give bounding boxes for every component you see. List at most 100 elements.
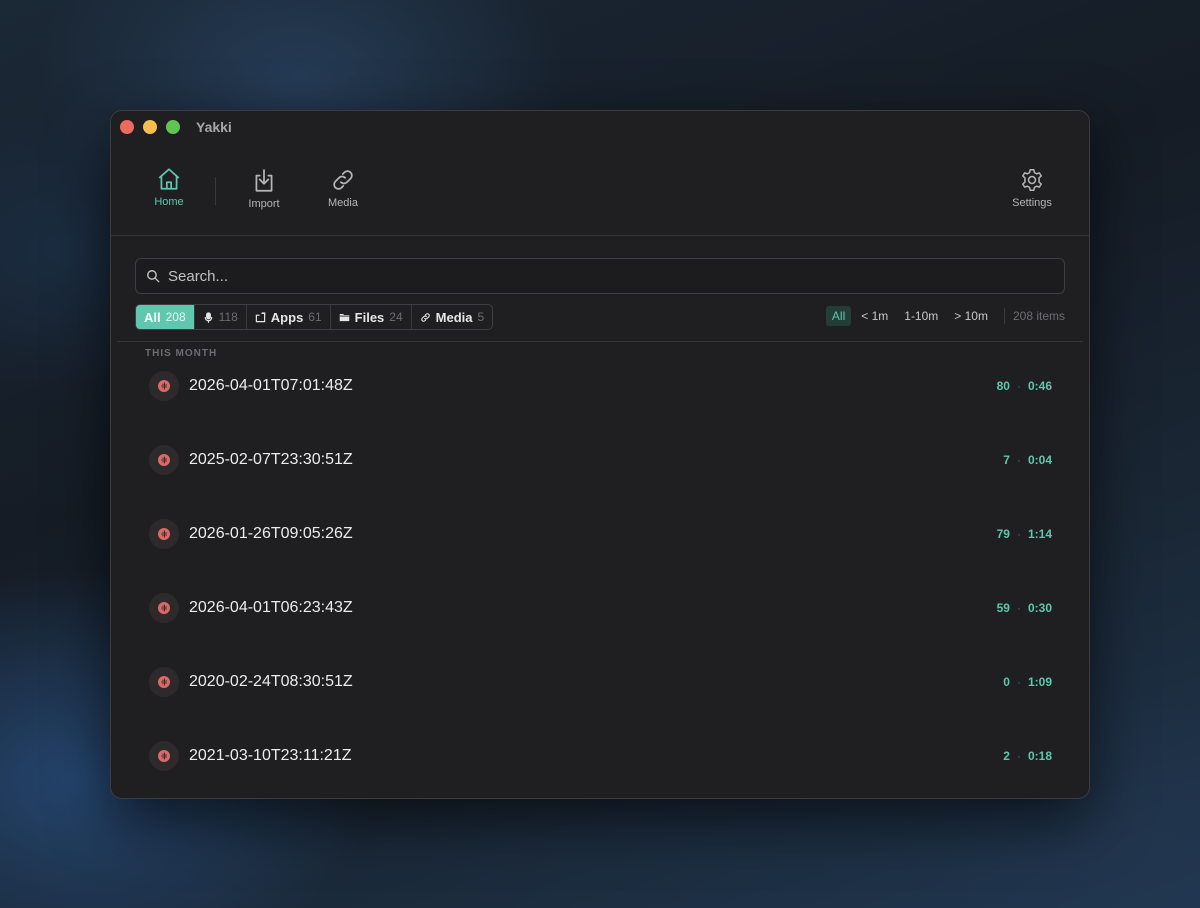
- meta-separator: ·: [1016, 749, 1021, 763]
- recording-duration: 1:09: [1027, 675, 1052, 689]
- meta-separator: ·: [1016, 453, 1021, 467]
- import-icon: [255, 169, 273, 192]
- filter-all[interactable]: All 208: [136, 305, 195, 329]
- recording-duration: 0:18: [1027, 749, 1052, 763]
- recording-count: 59: [996, 601, 1010, 615]
- meta-separator: ·: [1016, 379, 1021, 393]
- audio-wave-icon: [158, 528, 170, 540]
- filter-all-count: 208: [165, 310, 186, 324]
- meta-separator: ·: [1016, 601, 1021, 615]
- recording-title: 2021-03-10T23:11:21Z: [189, 747, 352, 764]
- duration-over-10m[interactable]: > 10m: [948, 306, 994, 326]
- recording-icon: [149, 593, 179, 623]
- duration-under-1m[interactable]: < 1m: [855, 306, 894, 326]
- title-bar: Yakki: [111, 111, 1089, 143]
- filter-all-label: All: [144, 309, 161, 325]
- audio-wave-icon: [158, 454, 170, 466]
- settings-button[interactable]: Settings: [997, 167, 1067, 209]
- recording-icon: [149, 445, 179, 475]
- source-filter-group: All 208 118 Apps 61 Files 24 Media 5: [135, 304, 494, 330]
- duration-1-10m[interactable]: 1-10m: [898, 306, 944, 326]
- zoom-window-button[interactable]: [166, 120, 180, 134]
- recording-meta: 7 · 0:04: [1003, 453, 1052, 467]
- recording-row[interactable]: 2020-02-24T08:30:51Z 0 · 1:09: [111, 662, 1089, 702]
- folder-icon: [339, 313, 349, 321]
- recording-count: 2: [1003, 749, 1010, 763]
- search-icon: [147, 270, 160, 283]
- duration-all[interactable]: All: [825, 306, 852, 326]
- search-bar[interactable]: [135, 258, 1065, 294]
- app-window-icon: [255, 311, 266, 322]
- recording-title: 2025-02-07T23:30:51Z: [189, 451, 353, 468]
- recording-title: 2026-04-01T06:23:43Z: [189, 599, 353, 616]
- toolbar-divider: [215, 177, 216, 205]
- recording-row[interactable]: 2026-04-01T06:23:43Z 59 · 0:30: [111, 588, 1089, 628]
- recording-meta: 59 · 0:30: [997, 601, 1052, 615]
- duration-divider: [1003, 308, 1005, 324]
- home-button[interactable]: Home: [134, 166, 204, 208]
- recording-title: 2020-02-24T08:30:51Z: [189, 673, 353, 690]
- import-label: Import: [248, 198, 280, 210]
- filter-voice[interactable]: 118: [195, 305, 247, 329]
- recording-meta: 0 · 1:09: [1003, 675, 1052, 689]
- list-divider: [117, 341, 1083, 342]
- filter-files-label: Files: [354, 309, 385, 325]
- recording-count: 80: [996, 379, 1010, 393]
- app-window: Yakki Home Import Media Settings Search.…: [110, 110, 1090, 799]
- filter-media-label: Media: [435, 309, 473, 325]
- audio-wave-icon: [158, 380, 170, 392]
- home-icon: [158, 168, 180, 190]
- audio-wave-icon: [158, 602, 170, 614]
- home-label: Home: [154, 196, 184, 208]
- recording-title: 2026-04-01T07:01:48Z: [189, 377, 353, 394]
- recording-meta: 2 · 0:18: [1003, 749, 1052, 763]
- close-window-button[interactable]: [120, 120, 134, 134]
- link-icon: [333, 170, 353, 190]
- meta-separator: ·: [1016, 675, 1021, 689]
- items-count: 208 items: [1012, 309, 1065, 323]
- recording-icon: [149, 371, 179, 401]
- recording-count: 79: [996, 527, 1010, 541]
- settings-label: Settings: [1012, 197, 1052, 209]
- toolbar: Home Import Media Settings: [111, 143, 1089, 236]
- meta-separator: ·: [1016, 527, 1021, 541]
- filter-apps[interactable]: Apps 61: [247, 305, 331, 329]
- recording-icon: [149, 741, 179, 771]
- import-button[interactable]: Import: [229, 168, 299, 210]
- recording-meta: 80 · 0:46: [997, 379, 1052, 393]
- filter-files-count: 24: [389, 310, 403, 324]
- recording-row[interactable]: 2021-03-10T23:11:21Z 2 · 0:18: [111, 736, 1089, 776]
- link-icon: [420, 312, 430, 322]
- recording-icon: [149, 667, 179, 697]
- recording-duration: 0:04: [1027, 453, 1052, 467]
- search-input[interactable]: [166, 266, 1050, 286]
- recording-duration: 1:14: [1027, 527, 1052, 541]
- media-button[interactable]: Media: [308, 167, 378, 209]
- section-label: THIS MONTH: [145, 348, 218, 359]
- microphone-icon: [204, 311, 212, 323]
- recording-row[interactable]: 2026-01-26T09:05:26Z 79 · 1:14: [111, 514, 1089, 554]
- audio-wave-icon: [158, 750, 170, 762]
- audio-wave-icon: [158, 676, 170, 688]
- recording-meta: 79 · 1:14: [997, 527, 1052, 541]
- window-controls: [120, 120, 180, 134]
- filter-media-count: 5: [477, 310, 485, 324]
- recording-count: 0: [1003, 675, 1010, 689]
- app-title: Yakki: [196, 119, 232, 135]
- minimize-window-button[interactable]: [143, 120, 157, 134]
- filter-apps-label: Apps: [270, 309, 304, 325]
- recording-duration: 0:30: [1027, 601, 1052, 615]
- recording-count: 7: [1003, 453, 1010, 467]
- filter-apps-count: 61: [308, 310, 322, 324]
- gear-icon: [1022, 168, 1042, 192]
- filter-voice-count: 118: [218, 310, 238, 324]
- duration-filter-group: All < 1m 1-10m > 10m 208 items: [825, 306, 1065, 326]
- filter-media[interactable]: Media 5: [412, 305, 493, 329]
- recording-title: 2026-01-26T09:05:26Z: [189, 525, 353, 542]
- recording-duration: 0:46: [1027, 379, 1052, 393]
- recording-row[interactable]: 2026-04-01T07:01:48Z 80 · 0:46: [111, 366, 1089, 406]
- filter-files[interactable]: Files 24: [331, 305, 412, 329]
- recording-icon: [149, 519, 179, 549]
- media-label: Media: [328, 197, 358, 209]
- recording-row[interactable]: 2025-02-07T23:30:51Z 7 · 0:04: [111, 440, 1089, 480]
